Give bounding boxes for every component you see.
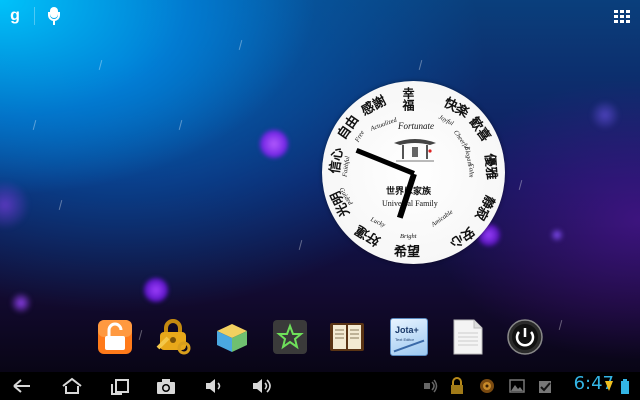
ring-english: Lucky [369,216,387,229]
temple-emblem-icon [394,139,436,162]
search-divider [34,7,35,25]
ring-english: Joyful [437,113,455,128]
ring-english: Faithful [341,155,352,178]
wifi-icon [605,381,613,391]
jota-label: Jota+ [395,325,419,335]
screenshot-icon[interactable] [154,376,178,396]
ring-kanji: 幸福 [401,87,415,111]
cast-icon [424,379,438,393]
google-search-icon[interactable]: g [6,6,24,26]
jota-sublabel: Text Editor [395,337,414,342]
navigation-bar: 6:47 [0,372,640,400]
cube-icon[interactable] [213,318,251,356]
ring-kanji: 希望 [394,245,421,260]
gallery-icon [509,379,525,393]
document-icon[interactable] [448,318,486,356]
golden-lock-icon[interactable] [154,318,192,356]
search-bar: g [6,5,61,27]
ring-english: Calm [467,163,475,178]
recent-apps-icon[interactable] [108,376,132,396]
ring-kanji: 優雅 [481,153,499,181]
all-apps-icon[interactable] [614,10,630,23]
clock-subtitle: Universal Family [382,199,438,208]
ring-english: Amicable [430,208,455,229]
clock-widget[interactable]: 幸福 快楽 歓喜 優雅 静寂 安心 希望 好運 光明 信心 自由 感謝 Actu… [322,81,505,264]
checkbox-icon [539,381,551,393]
volume-up-icon[interactable] [250,376,274,396]
battery-icon [621,379,629,394]
ring-english: Bright [400,233,417,240]
back-icon[interactable] [10,376,34,396]
book-icon[interactable] [328,318,366,356]
ring-english: Actualized [369,116,398,133]
clock-title: Fortunate [398,121,434,131]
media-icon [480,379,494,393]
volume-down-icon[interactable] [202,376,226,396]
ring-english: Free [353,129,367,144]
power-icon[interactable] [506,318,544,356]
star-icon[interactable] [271,318,309,356]
lock-icon [451,377,463,394]
voice-search-icon[interactable] [47,6,61,26]
wallpaper [0,0,640,372]
home-icon[interactable] [60,376,84,396]
jota-icon[interactable]: Jota+ Text Editor [390,318,428,356]
padlock-open-icon[interactable] [96,318,134,356]
